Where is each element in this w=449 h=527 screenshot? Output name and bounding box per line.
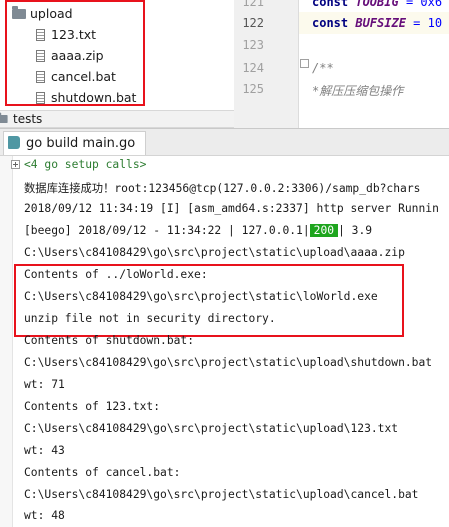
tree-file-label: aaaa.zip <box>51 48 104 63</box>
console-text: | 3.9 <box>338 224 373 237</box>
tree-file-shutdown-bat[interactable]: shutdown.bat <box>36 87 136 108</box>
code-line-125: *解压压缩包操作 <box>312 82 403 99</box>
line-number: 122 <box>242 16 264 30</box>
code-constant: TOOBIG <box>355 0 399 9</box>
line-number: 123 <box>242 38 264 52</box>
project-tree: upload 123.txt aaaa.zip cancel.bat shutd… <box>0 0 235 110</box>
console-line: Contents of 123.txt: <box>24 400 161 413</box>
tree-file-label: 123.txt <box>51 27 97 42</box>
run-tab-label: go build main.go <box>26 136 136 151</box>
tree-folder-label: tests <box>13 112 43 126</box>
archive-file-icon <box>36 50 45 62</box>
console-line: C:\Users\c84108429\go\src\project\static… <box>24 488 419 501</box>
text-file-icon <box>36 92 45 104</box>
line-number: 124 <box>242 61 264 75</box>
line-number: 121 <box>242 0 264 9</box>
status-badge: 200 <box>309 224 339 237</box>
folded-setup-calls[interactable]: <4 go setup calls> <box>24 158 146 171</box>
console-line: C:\Users\c84108429\go\src\project\static… <box>24 356 433 369</box>
folder-icon <box>0 112 8 123</box>
console-line: C:\Users\c84108429\go\src\project\static… <box>24 246 405 259</box>
code-line-122: const BUFSIZE = 10 <box>312 16 442 30</box>
code-editor[interactable]: 121 122 123 124 125 const TOOBIG = 0x6 c… <box>234 0 449 128</box>
code-value: = 10 <box>405 16 443 30</box>
console-line: 数据库连接成功！root:123456@tcp(127.0.0.2:3306)/… <box>24 182 421 195</box>
line-number: 125 <box>242 82 264 96</box>
code-line-121: const TOOBIG = 0x6 <box>312 0 442 9</box>
code-constant: BUFSIZE <box>355 16 406 30</box>
code-line-124: /** <box>312 61 334 75</box>
console-line: C:\Users\c84108429\go\src\project\static… <box>24 422 399 435</box>
tree-folder-label: upload <box>30 6 73 21</box>
tree-folder-upload[interactable]: upload <box>12 3 73 24</box>
fold-toggle-icon[interactable] <box>300 59 309 68</box>
code-keyword: const <box>312 0 349 9</box>
console-line: wt: 43 <box>24 444 65 457</box>
tree-file-123-txt[interactable]: 123.txt <box>36 24 96 45</box>
console-line: C:\Users\c84108429\go\src\project\static… <box>24 290 378 303</box>
console-line: 2018/09/12 11:34:19 [I] [asm_amd64.s:233… <box>24 202 439 215</box>
console-line: Contents of shutdown.bat: <box>24 334 195 347</box>
run-tab-go-build[interactable]: go build main.go <box>3 131 147 155</box>
go-run-icon <box>8 136 20 149</box>
line-number-gutter: 121 122 123 124 125 <box>234 0 299 128</box>
tree-file-label: shutdown.bat <box>51 90 137 105</box>
tree-folder-tests[interactable]: tests <box>0 110 234 128</box>
console-line: Contents of ../loWorld.exe: <box>24 268 208 281</box>
text-file-icon <box>36 29 45 41</box>
console-line-request-log: [beego] 2018/09/12 - 11:34:22 | 127.0.0.… <box>24 224 372 237</box>
console-line-error: unzip file not in security directory. <box>24 312 276 325</box>
folder-icon <box>12 6 26 19</box>
run-panel-header: go build main.go <box>0 128 449 156</box>
code-value: = 0x6 <box>398 0 443 9</box>
console-text: [beego] 2018/09/12 - 11:34:22 | 127.0.0.… <box>24 224 310 237</box>
code-comment: /** <box>312 61 334 75</box>
code-keyword: const <box>312 16 349 30</box>
expand-icon[interactable] <box>11 160 20 169</box>
text-file-icon <box>36 71 45 83</box>
tree-file-label: cancel.bat <box>51 69 116 84</box>
console-line: wt: 48 <box>24 509 65 522</box>
console-line: Contents of cancel.bat: <box>24 466 181 479</box>
tree-file-aaaa-zip[interactable]: aaaa.zip <box>36 45 104 66</box>
console-line: wt: 71 <box>24 378 65 391</box>
run-side-toolbar <box>0 156 13 527</box>
tree-file-cancel-bat[interactable]: cancel.bat <box>36 66 116 87</box>
code-comment: *解压压缩包操作 <box>312 84 404 98</box>
